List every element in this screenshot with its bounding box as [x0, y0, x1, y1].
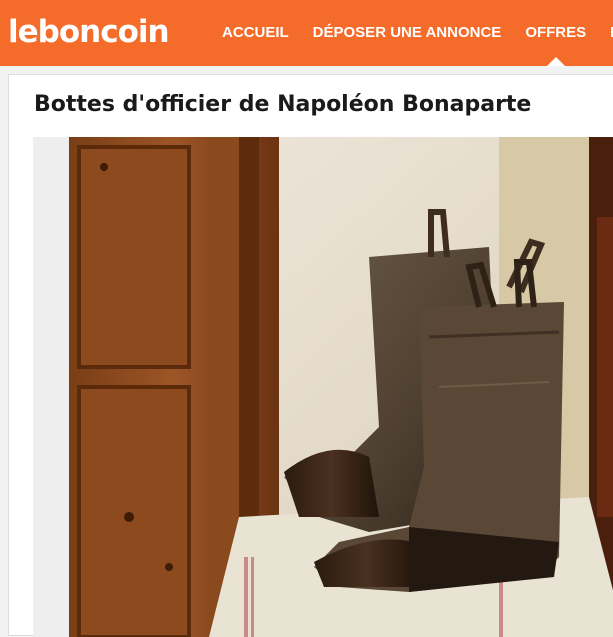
- nav-item-demandes[interactable]: DE: [598, 0, 613, 66]
- leboncoin-logo[interactable]: leboncoin: [8, 10, 170, 54]
- listing-card: Bottes d'officier de Napoléon Bonaparte: [8, 74, 613, 637]
- photo-gallery: [33, 137, 613, 637]
- nav-item-accueil[interactable]: ACCUEIL: [210, 0, 301, 66]
- nav-item-deposer-annonce[interactable]: DÉPOSER UNE ANNONCE: [301, 0, 514, 66]
- listing-photo[interactable]: [69, 137, 613, 637]
- top-bar: leboncoin ACCUEIL DÉPOSER UNE ANNONCE OF…: [0, 0, 613, 66]
- nav-item-offres[interactable]: OFFRES: [513, 0, 598, 66]
- listing-title: Bottes d'officier de Napoléon Bonaparte: [34, 92, 532, 117]
- main-nav: ACCUEIL DÉPOSER UNE ANNONCE OFFRES DE: [210, 0, 613, 66]
